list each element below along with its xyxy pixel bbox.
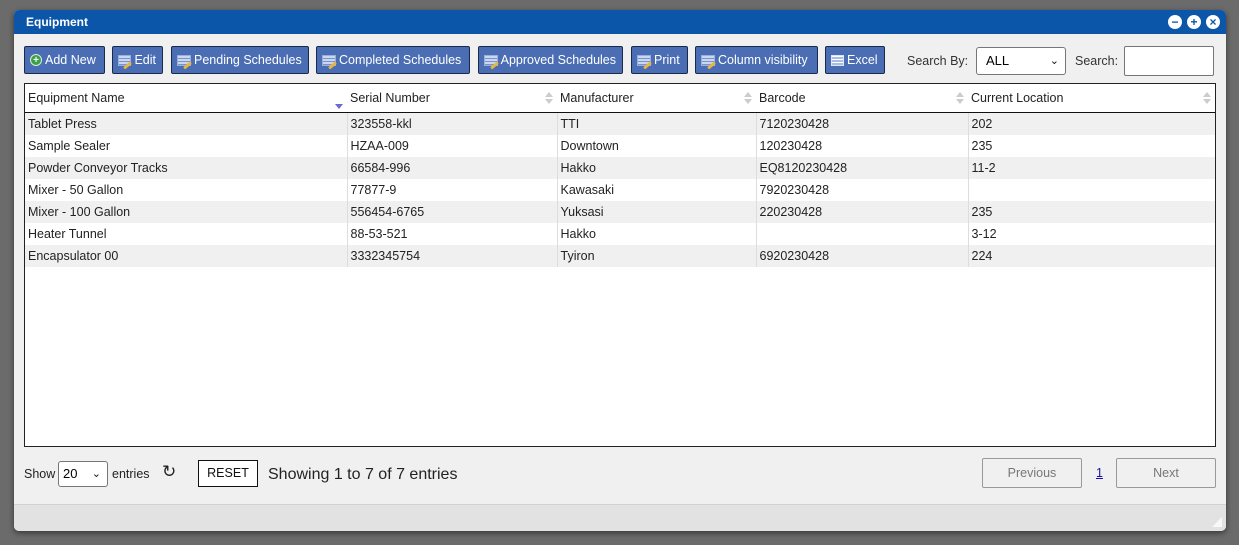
table-cell: Heater Tunnel xyxy=(25,222,347,245)
table-row[interactable]: Mixer - 50 Gallon 77877-9 Kawasaki 79202304… xyxy=(25,178,1215,201)
table-cell: Encapsulator 00 xyxy=(25,244,347,267)
edit-icon xyxy=(701,54,715,66)
table-row[interactable]: Tablet Press 323558-kkl TTI 7120230428 202 xyxy=(25,112,1215,135)
table-cell: Tyiron xyxy=(556,244,756,267)
print-button[interactable]: Print xyxy=(631,46,688,74)
refresh-icon[interactable]: ↻ xyxy=(162,462,176,482)
table-row[interactable]: Mixer - 100 Gallon 556454-6765 Yuksasi 2202… xyxy=(25,200,1215,223)
approved-schedules-button[interactable]: Approved Schedules xyxy=(478,46,623,74)
table-cell: 224 xyxy=(967,244,1215,267)
column-header-equipment-name[interactable]: Equipment Name xyxy=(25,84,347,113)
table-cell: Mixer - 50 Gallon xyxy=(25,178,347,201)
edit-button[interactable]: Edit xyxy=(112,46,163,74)
search-by-label: Search By: xyxy=(907,54,969,68)
previous-button[interactable]: Previous xyxy=(982,458,1082,488)
table-cell: Hakko xyxy=(556,222,756,245)
table-row[interactable]: Sample Sealer HZAA-009 Downtown 120230428 23… xyxy=(25,134,1215,157)
table-body: Tablet Press 323558-kkl TTI 7120230428 202 Sa… xyxy=(25,112,1215,267)
table-row[interactable]: Powder Conveyor Tracks 66584-996 Hakko EQ81… xyxy=(25,156,1215,179)
table-cell: 120230428 xyxy=(755,134,968,157)
edit-icon xyxy=(484,54,498,66)
table-cell: Mixer - 100 Gallon xyxy=(25,200,347,223)
equipment-window: Equipment − + × + Add New Edit Pending S… xyxy=(14,10,1226,531)
search-input[interactable] xyxy=(1124,46,1214,76)
column-visibility-button[interactable]: Column visibility xyxy=(695,46,818,74)
table-cell: 6920230428 xyxy=(755,244,968,267)
edit-icon xyxy=(118,54,132,66)
table-cell xyxy=(967,178,1215,201)
title-bar[interactable]: Equipment − + × xyxy=(14,10,1226,34)
minimize-icon[interactable]: − xyxy=(1168,15,1182,29)
close-icon[interactable]: × xyxy=(1206,15,1220,29)
table-cell: HZAA-009 xyxy=(346,134,557,157)
table-row[interactable]: Encapsulator 00 3332345754 Tyiron 692023042… xyxy=(25,244,1215,267)
table-cell: Hakko xyxy=(556,156,756,179)
table-cell: TTI xyxy=(556,112,756,135)
status-bar xyxy=(14,504,1226,531)
page-1-link[interactable]: 1 xyxy=(1096,466,1103,480)
edit-icon xyxy=(177,54,191,66)
column-header-current-location[interactable]: Current Location xyxy=(968,84,1215,113)
table-cell: 235 xyxy=(967,134,1215,157)
table-cell: 66584-996 xyxy=(346,156,557,179)
reset-button[interactable]: RESET xyxy=(198,460,258,487)
table-cell: 7120230428 xyxy=(755,112,968,135)
table-cell: 3332345754 xyxy=(346,244,557,267)
table-cell: 77877-9 xyxy=(346,178,557,201)
next-button[interactable]: Next xyxy=(1116,458,1216,488)
table-cell: 3-12 xyxy=(967,222,1215,245)
table-footer: Show 20 ⌄ entries ↻ RESET Showing 1 to 7… xyxy=(24,458,1216,490)
column-header-manufacturer[interactable]: Manufacturer xyxy=(557,84,756,113)
edit-icon xyxy=(322,54,336,66)
table-row[interactable]: Heater Tunnel 88-53-521 Hakko 3-12 xyxy=(25,222,1215,245)
edit-icon xyxy=(637,54,651,66)
sort-icon xyxy=(545,92,553,106)
pending-schedules-button[interactable]: Pending Schedules xyxy=(171,46,309,74)
search-by-select[interactable]: ALL ⌄ xyxy=(976,47,1066,75)
table-cell: 88-53-521 xyxy=(346,222,557,245)
sort-icon xyxy=(956,92,964,106)
resize-grip-icon[interactable] xyxy=(1212,517,1222,527)
completed-schedules-button[interactable]: Completed Schedules xyxy=(316,46,470,74)
maximize-icon[interactable]: + xyxy=(1187,15,1201,29)
entries-label: entries xyxy=(112,467,150,481)
column-header-barcode[interactable]: Barcode xyxy=(756,84,968,113)
page-size-select[interactable]: 20 ⌄ xyxy=(58,461,108,487)
add-new-button[interactable]: + Add New xyxy=(24,46,105,74)
table-cell xyxy=(755,222,968,245)
table-cell: Powder Conveyor Tracks xyxy=(25,156,347,179)
window-title: Equipment xyxy=(26,15,88,29)
table-cell: 556454-6765 xyxy=(346,200,557,223)
table-cell: Downtown xyxy=(556,134,756,157)
toolbar: + Add New Edit Pending Schedules Complet… xyxy=(24,46,1214,78)
show-label: Show xyxy=(24,467,56,481)
table-header-row: Equipment Name Serial Number Manufacturer B… xyxy=(25,84,1215,113)
equipment-table: Equipment Name Serial Number Manufacturer B… xyxy=(24,83,1216,447)
window-controls: − + × xyxy=(1168,15,1220,29)
excel-button[interactable]: Excel xyxy=(825,46,885,74)
table-cell: 323558-kkl xyxy=(346,112,557,135)
table-cell: EQ8120230428 xyxy=(755,156,968,179)
table-cell: 235 xyxy=(967,200,1215,223)
add-circle-icon: + xyxy=(30,54,42,66)
table-cell: Kawasaki xyxy=(556,178,756,201)
chevron-down-icon: ⌄ xyxy=(1049,55,1059,67)
spreadsheet-icon xyxy=(831,54,844,66)
column-header-serial-number[interactable]: Serial Number xyxy=(347,84,557,113)
table-cell: 202 xyxy=(967,112,1215,135)
sort-icon xyxy=(1203,92,1211,106)
table-cell: Yuksasi xyxy=(556,200,756,223)
table-info: Showing 1 to 7 of 7 entries xyxy=(268,466,458,483)
search-label: Search: xyxy=(1075,54,1119,68)
table-cell: Sample Sealer xyxy=(25,134,347,157)
chevron-down-icon: ⌄ xyxy=(91,468,101,480)
table-cell: 220230428 xyxy=(755,200,968,223)
sort-desc-icon xyxy=(335,92,343,109)
table-cell: 7920230428 xyxy=(755,178,968,201)
table-cell: 11-2 xyxy=(967,156,1215,179)
sort-icon xyxy=(744,92,752,106)
table-cell: Tablet Press xyxy=(25,112,347,135)
